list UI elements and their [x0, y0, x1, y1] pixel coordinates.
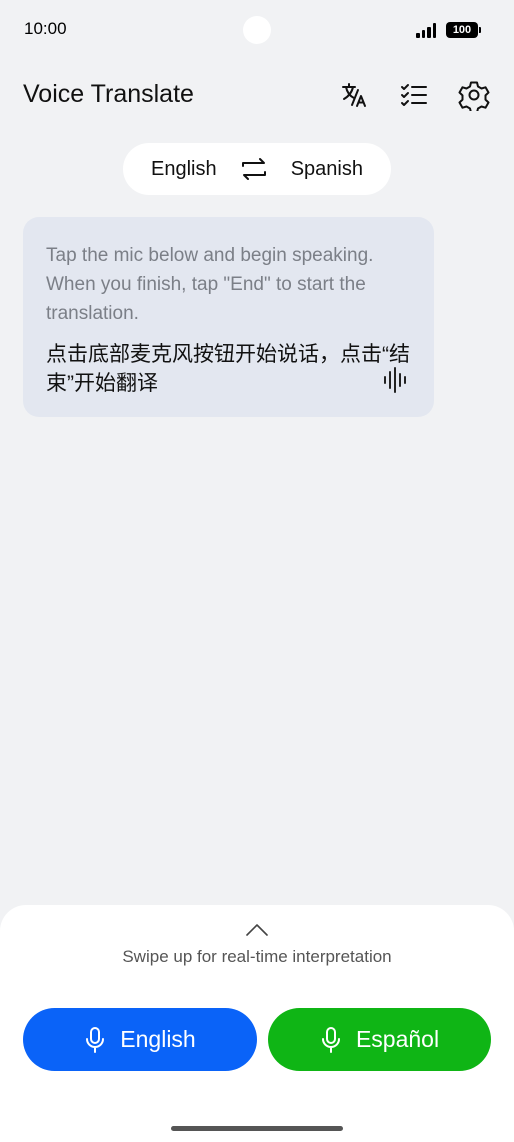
mic-english-button[interactable]: English [23, 1008, 257, 1071]
target-language[interactable]: Spanish [291, 158, 363, 181]
signal-icon [416, 22, 436, 38]
settings-gear-icon[interactable] [455, 76, 493, 114]
microphone-icon [86, 1026, 105, 1053]
bottom-sheet: Swipe up for real-time interpretation En… [0, 905, 514, 1142]
instruction-text-chinese: 点击底部麦克风按钮开始说话，点击“结束”开始翻译 [46, 343, 410, 395]
source-language[interactable]: English [151, 158, 217, 181]
home-indicator[interactable] [171, 1126, 343, 1131]
battery-indicator: 100 [446, 22, 481, 38]
microphone-icon [321, 1026, 340, 1053]
instruction-card: Tap the mic below and begin speaking. Wh… [23, 217, 434, 417]
chevron-up-icon[interactable] [245, 923, 269, 937]
mic-english-label: English [120, 1026, 196, 1052]
voice-translate-screen: 10:00 100 Voice Translate English Spanis… [0, 0, 514, 1142]
camera-cutout [243, 16, 271, 44]
status-time: 10:00 [24, 19, 67, 38]
swipe-hint: Swipe up for real-time interpretation [122, 947, 392, 966]
status-bar: 10:00 100 [0, 0, 514, 60]
sound-wave-icon[interactable] [384, 367, 410, 393]
history-list-icon[interactable] [395, 76, 433, 114]
instruction-text-english: Tap the mic below and begin speaking. Wh… [46, 245, 374, 324]
translate-icon[interactable] [335, 76, 373, 114]
swap-arrows-icon[interactable] [239, 154, 269, 184]
language-pair-selector: English Spanish [123, 143, 391, 195]
mic-spanish-button[interactable]: Español [268, 1008, 491, 1071]
page-title: Voice Translate [23, 80, 194, 108]
mic-spanish-label: Español [355, 1026, 440, 1052]
